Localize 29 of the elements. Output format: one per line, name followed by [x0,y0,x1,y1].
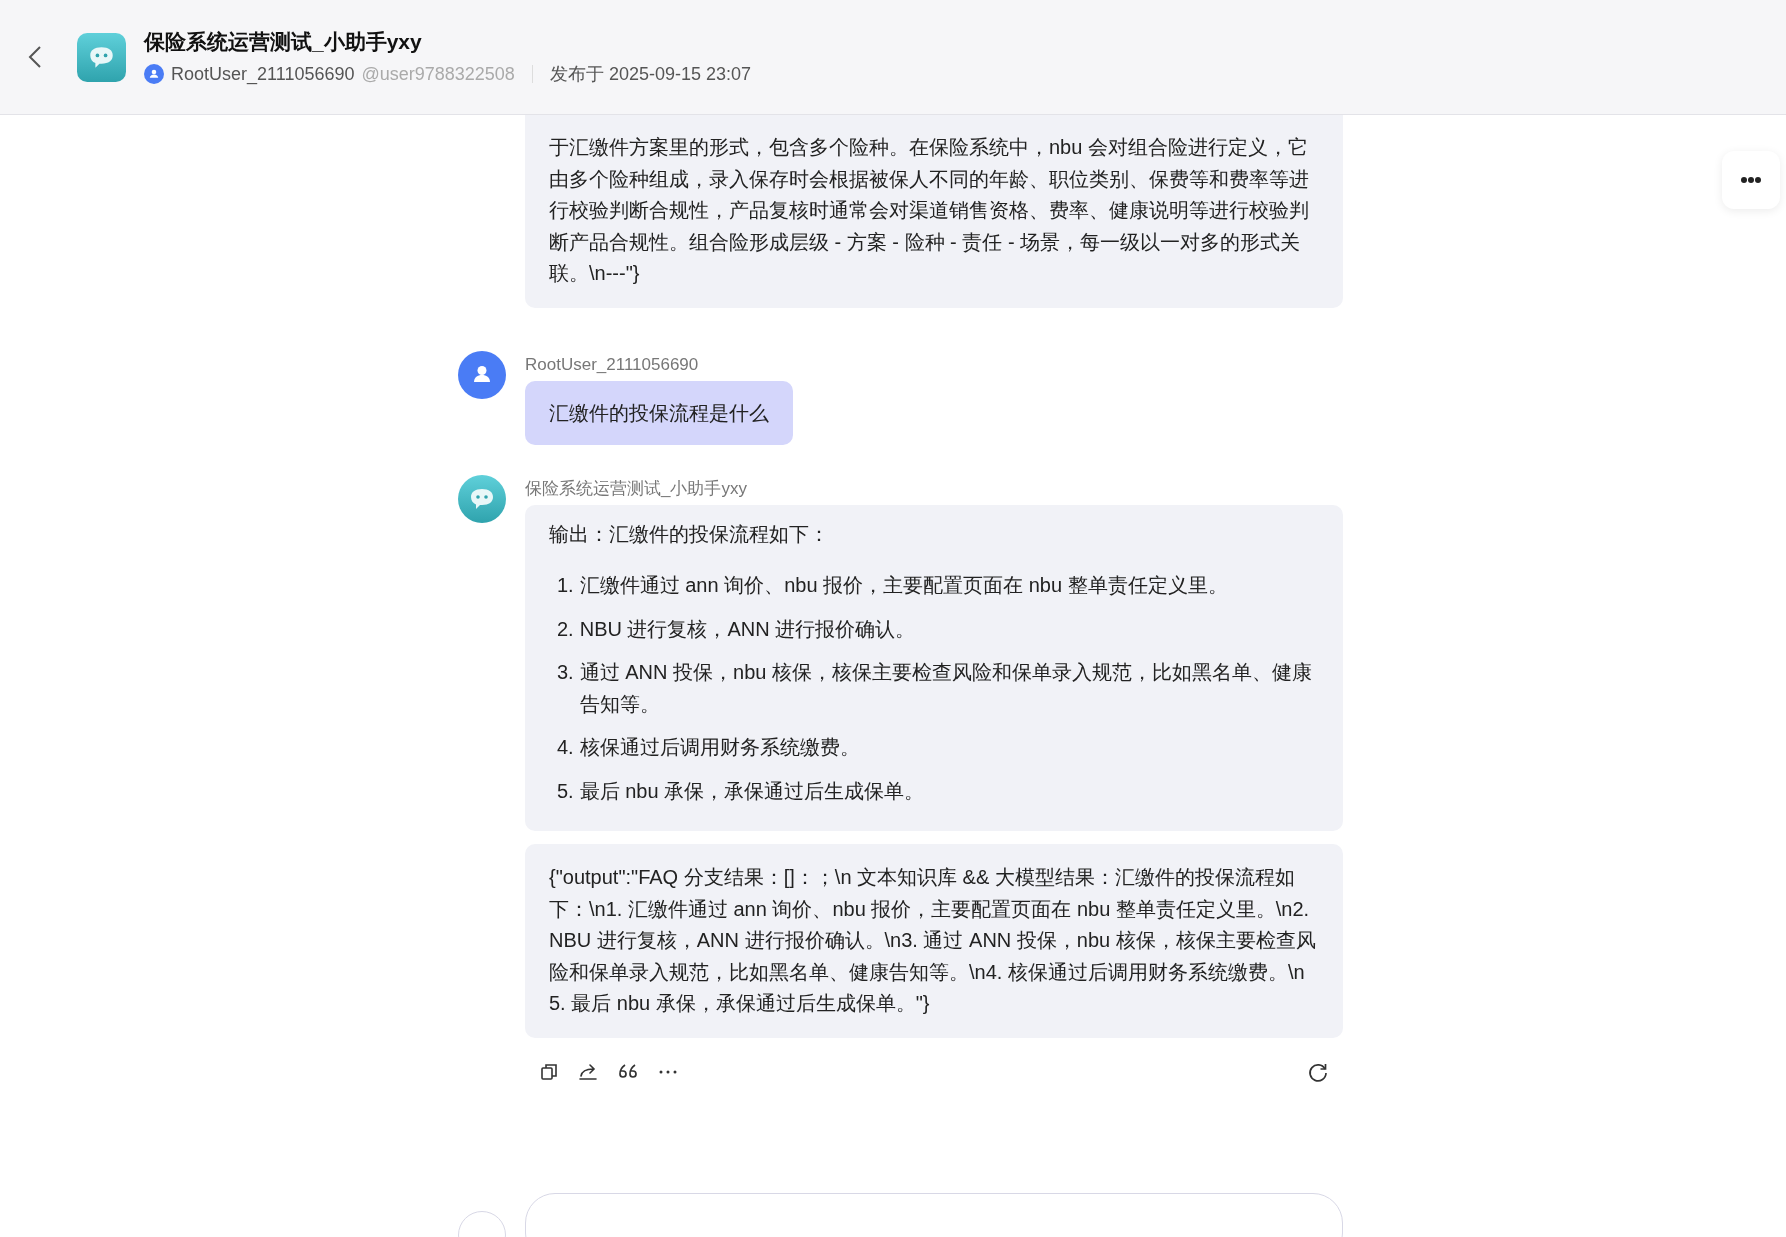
share-icon[interactable] [577,1061,599,1082]
list-number: 4. [557,735,574,760]
list-item-text: 最后 nbu 承保，承保通过后生成保单。 [579,778,925,804]
list-number: 5. [557,778,574,804]
back-icon[interactable] [28,45,42,69]
bot-avatar-icon [458,474,506,523]
list-item-text: 核保通过后调用财务系统缴费。 [579,735,860,760]
copy-icon[interactable] [539,1061,559,1082]
user-avatar-icon [458,350,506,399]
list-number: 3. [557,660,574,685]
list-item-text: 汇缴件通过 ann 询价、nbu 报价，主要配置页面在 nbu 整单责任定义里。 [579,573,1228,598]
window-title: 保险系统运营测试_小助手yxy [144,29,423,55]
list-item-text: NBU 进行复核，ANN 进行报价确认。 [579,616,916,642]
more-options-button[interactable] [1722,151,1780,209]
user-message: 汇缴件的投保流程是什么 [525,380,793,445]
more-icon [1740,176,1762,184]
bot-avatar-icon [77,32,126,82]
publish-time: 发布于 2025-09-15 23:07 [549,63,751,86]
list-number: 2. [557,616,574,642]
list-number: 1. [557,573,574,598]
sender-name: RootUser_2111056690 [525,353,699,376]
author-name[interactable]: RootUser_2111056690 [171,63,355,85]
list-item-text: 通过 ANN 投保，nbu 核保，核保主要检查风险和保单录入规范，比如黑名单、健康告知等。 [579,660,1313,717]
user-avatar-icon [144,64,164,84]
sender-name: 保险系统运营测试_小助手yxy [525,477,747,500]
bot-message: 于汇缴件方案里的形式，包含多个险种。在保险系统中，nbu 会对组合险进行定义，它由多个险种组成，录入保存时会根据被保人不同的年龄、职位类别、保费等和费率等进行校验判断合规性，产品复核时通常会对渠道销售资格、费率、健康说明等进行校验判断产品合规性。组合险形成层级 - 方案 - 险种 - 责任 - 场景，每一级以一对多的形式关联。\n---"} [525,114,1343,308]
bot-message: {"output":"FAQ 分支结果：[]：；\n 文本知识库 && 大模型结果：汇缴件的投保流程如下：\n1. 汇缴件通过 ann 询价、nbu 报价，主要配置页面在 nbu 整单责任定义里。\n2. NBU 进行复核，ANN 进行报价确认。\n3. 通过 ANN 投保，nbu 核保，核保主要检查风险和保单录入规范，比如黑名单、健康告知等。\n4. 核保通过后调用财务系统缴费。\n5. 最后 nbu 承保，承保通过后生成保单。"} [525,844,1343,1038]
answer-intro: 输出：汇缴件的投保流程如下： [549,521,830,547]
author-handle: @user9788322508 [361,63,515,85]
